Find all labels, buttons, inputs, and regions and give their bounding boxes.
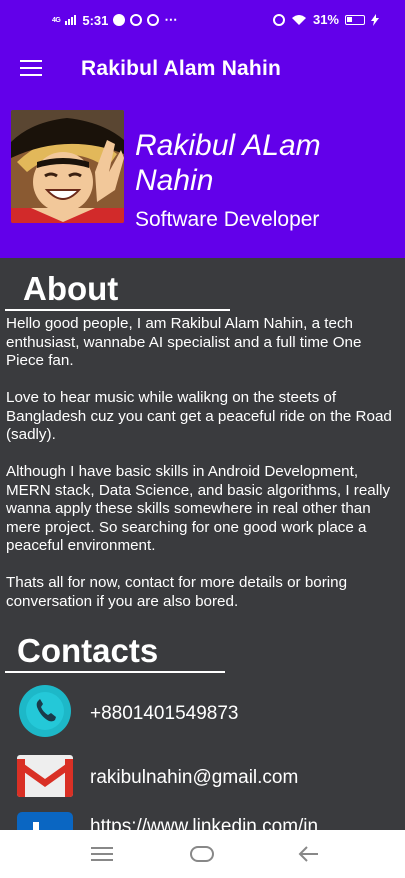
home-icon[interactable] bbox=[190, 845, 214, 863]
phone-icon bbox=[19, 685, 71, 737]
wifi-icon bbox=[291, 14, 306, 25]
email-address: rakibulnahin@gmail.com bbox=[90, 767, 299, 788]
status-bar: 4G 5:31 ⋯ 31% bbox=[0, 0, 405, 38]
contacts-heading: Contacts bbox=[17, 632, 159, 669]
system-nav-bar bbox=[0, 830, 405, 878]
message-icon bbox=[113, 14, 126, 26]
back-icon[interactable] bbox=[298, 845, 320, 863]
battery-percent: 31% bbox=[312, 12, 339, 27]
gmail-icon bbox=[17, 755, 73, 797]
alarm-icon bbox=[272, 13, 285, 26]
linkedin-url: https://www.linkedin.com/in bbox=[90, 816, 319, 830]
contact-phone[interactable]: +8801401549873 bbox=[0, 685, 405, 745]
phone-number: +8801401549873 bbox=[90, 703, 239, 724]
contact-email[interactable]: rakibulnahin@gmail.com bbox=[0, 755, 405, 815]
contacts-underline bbox=[5, 671, 225, 673]
app-bar: Rakibul Alam Nahin bbox=[0, 38, 405, 100]
profile-header: Rakibul ALam Nahin Software Developer bbox=[0, 100, 405, 258]
alarm-app-icon bbox=[147, 14, 160, 26]
about-heading: About bbox=[23, 270, 119, 307]
about-underline bbox=[5, 309, 230, 311]
hamburger-menu-icon[interactable] bbox=[20, 60, 42, 76]
app-title: Rakibul Alam Nahin bbox=[81, 57, 282, 80]
about-paragraph: Thats all for now, contact for more deta… bbox=[6, 574, 348, 610]
browser-icon bbox=[130, 14, 143, 26]
profile-role: Software Developer bbox=[135, 208, 320, 231]
contact-linkedin[interactable]: https://www.linkedin.com/in bbox=[0, 812, 405, 830]
linkedin-icon bbox=[17, 812, 73, 830]
status-left: 4G 5:31 ⋯ bbox=[52, 12, 177, 28]
profile-name: Rakibul ALam Nahin bbox=[135, 129, 321, 197]
network-label: 4G bbox=[52, 16, 61, 24]
about-paragraph: Hello good people, I am Rakibul Alam Nah… bbox=[6, 315, 362, 369]
about-text: Hello good people, I am Rakibul Alam Nah… bbox=[6, 315, 400, 630]
status-time: 5:31 bbox=[82, 12, 109, 28]
more-notifications: ⋯ bbox=[164, 12, 178, 27]
about-paragraph: Although I have basic skills in Android … bbox=[6, 463, 391, 554]
signal-icon bbox=[65, 15, 77, 25]
battery-icon bbox=[345, 14, 365, 25]
about-paragraph: Love to hear music while walikng on the … bbox=[6, 389, 392, 443]
status-right: 31% bbox=[272, 12, 379, 27]
charging-icon bbox=[371, 13, 379, 26]
recents-icon[interactable] bbox=[91, 846, 113, 862]
profile-avatar bbox=[11, 110, 124, 223]
